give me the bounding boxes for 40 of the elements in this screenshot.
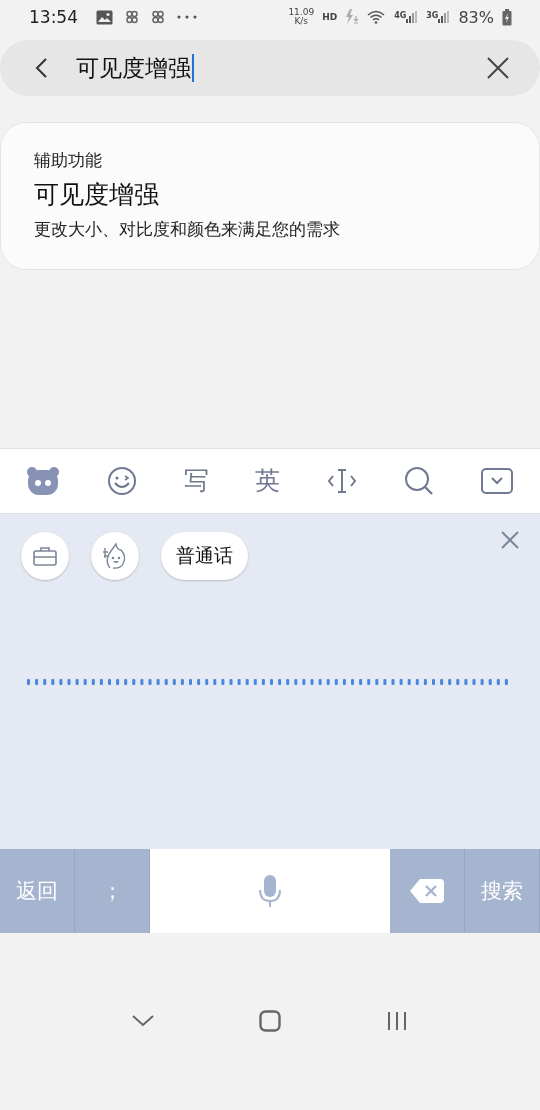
toolbar-key[interactable]: 写: [183, 464, 209, 497]
net-speed-unit: K/s: [294, 17, 309, 26]
result-category: 辅助功能: [34, 149, 102, 172]
battery-icon: [502, 8, 512, 26]
search-field[interactable]: 可见度增强: [0, 40, 540, 96]
collapse-keyboard-icon[interactable]: [480, 467, 513, 494]
bear-logo-icon[interactable]: [26, 465, 60, 496]
emoji-icon[interactable]: [106, 465, 137, 496]
briefcase-icon: [33, 545, 57, 566]
sticker-button[interactable]: [91, 531, 139, 580]
search-icon[interactable]: [404, 465, 435, 496]
microphone-icon: [257, 873, 283, 908]
status-time: 13:54: [29, 7, 78, 27]
back-icon[interactable]: [34, 57, 48, 79]
app-icon: [151, 10, 165, 24]
net-speed-value: 11.09: [288, 8, 315, 17]
clear-icon[interactable]: [486, 56, 510, 80]
image-icon: [96, 9, 113, 25]
network-label: 3G: [426, 11, 439, 20]
collapse-caret-icon[interactable]: [132, 1015, 155, 1028]
wifi-icon: [367, 10, 387, 24]
hd-label: HD: [322, 12, 338, 22]
language-chip[interactable]: 普通话: [161, 531, 248, 580]
network-label: 4G: [394, 11, 407, 20]
close-icon[interactable]: [500, 529, 520, 550]
home-icon[interactable]: [259, 1010, 281, 1033]
recent-apps-icon[interactable]: [385, 1010, 408, 1033]
toolbar-key[interactable]: 英: [255, 464, 281, 497]
app-icon: [125, 10, 139, 24]
signal-icon: [406, 11, 419, 23]
backspace-icon: [410, 878, 444, 903]
toolbox-button[interactable]: [21, 531, 69, 580]
charging-icon: [345, 9, 360, 25]
result-title: 可见度增强: [34, 179, 159, 211]
search-result-card[interactable]: 辅助功能 可见度增强 更改大小、对比度和颜色来满足您的需求: [0, 122, 540, 270]
result-description: 更改大小、对比度和颜色来满足您的需求: [34, 218, 340, 241]
more-icon: [177, 15, 197, 19]
signal-icon: [438, 11, 451, 23]
battery-percent: 83%: [458, 7, 494, 27]
cursor-icon[interactable]: [327, 467, 358, 494]
